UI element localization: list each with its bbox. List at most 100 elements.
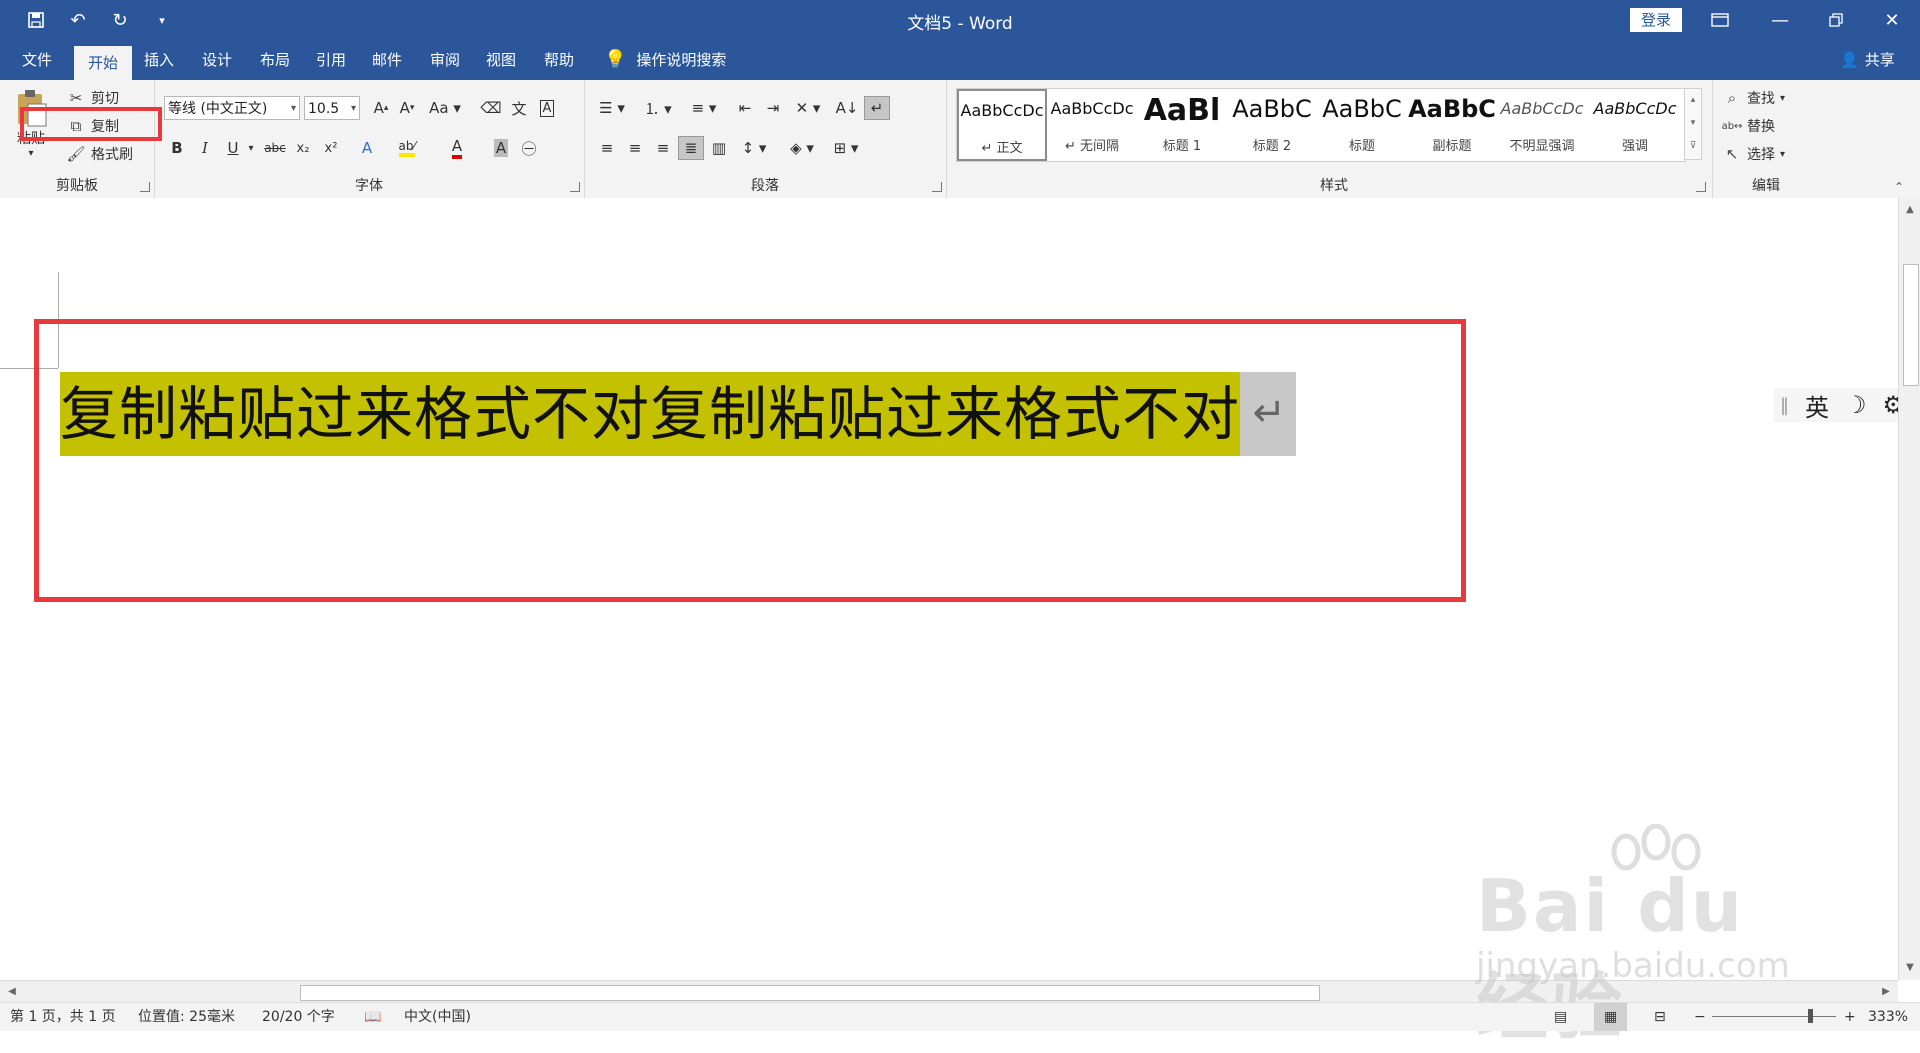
- shrink-font-icon[interactable]: A ▾: [394, 96, 420, 120]
- scroll-left-icon[interactable]: ◀: [4, 984, 20, 1000]
- distributed-icon[interactable]: ▥: [706, 136, 732, 160]
- ribbon-display-icon[interactable]: [1692, 0, 1748, 40]
- subscript-icon[interactable]: x₂: [290, 136, 316, 160]
- find-button[interactable]: ⌕ 查找 ▾: [1722, 88, 1785, 108]
- vertical-scrollbar[interactable]: ▲ ▼: [1898, 198, 1920, 980]
- font-name-combo[interactable]: 等线 (中文正文) ▾: [164, 96, 300, 120]
- align-right-icon[interactable]: ≡: [650, 136, 676, 160]
- phonetic-guide-icon[interactable]: 文: [506, 96, 532, 120]
- page-count[interactable]: 第 1 页，共 1 页: [10, 1003, 116, 1031]
- chinese-layout-icon[interactable]: ✕ ▾: [790, 96, 826, 120]
- font-launcher-icon[interactable]: [570, 182, 580, 192]
- tab-insert[interactable]: 插入: [130, 40, 188, 80]
- proofing-icon[interactable]: 📖: [364, 1003, 381, 1031]
- select-dropdown-icon[interactable]: ▾: [1780, 149, 1785, 160]
- find-dropdown-icon[interactable]: ▾: [1780, 93, 1785, 104]
- tab-references[interactable]: 引用: [302, 40, 360, 80]
- font-name-dropdown-icon[interactable]: ▾: [291, 97, 296, 121]
- print-layout-icon[interactable]: ▦: [1594, 1003, 1628, 1031]
- zoom-slider[interactable]: [1712, 1016, 1836, 1017]
- borders-icon[interactable]: ⊞ ▾: [828, 136, 864, 160]
- style-normal[interactable]: AaBbCcDc ↵ 正文: [957, 89, 1047, 161]
- font-size-dropdown-icon[interactable]: ▾: [351, 97, 356, 121]
- format-painter-button[interactable]: 🖌 格式刷: [66, 144, 133, 164]
- scroll-down-icon[interactable]: ▼: [1902, 960, 1918, 976]
- read-mode-icon[interactable]: ▤: [1554, 1003, 1567, 1031]
- replace-button[interactable]: ab↔ 替换: [1722, 116, 1775, 136]
- language-indicator[interactable]: 中文(中国): [404, 1003, 471, 1031]
- line-spacing-icon[interactable]: ↕ ▾: [736, 136, 772, 160]
- justify-icon[interactable]: ≣: [678, 136, 704, 160]
- tab-mailings[interactable]: 邮件: [358, 40, 416, 80]
- word-count[interactable]: 20/20 个字: [262, 1003, 335, 1031]
- tab-layout[interactable]: 布局: [246, 40, 304, 80]
- close-icon[interactable]: ✕: [1864, 0, 1920, 40]
- style-title[interactable]: AaBbC 标题: [1317, 89, 1407, 161]
- decrease-indent-icon[interactable]: ⇤: [732, 96, 758, 120]
- change-case-icon[interactable]: Aa ▾: [426, 96, 464, 120]
- zoom-in-icon[interactable]: +: [1844, 1003, 1856, 1031]
- clipboard-launcher-icon[interactable]: [140, 182, 150, 192]
- scroll-right-icon[interactable]: ▶: [1878, 984, 1894, 1000]
- style-subtle-emphasis[interactable]: AaBbCcDc 不明显强调: [1497, 89, 1587, 161]
- enclose-characters-icon[interactable]: ㊀: [516, 136, 542, 160]
- increase-indent-icon[interactable]: ⇥: [760, 96, 786, 120]
- vertical-scroll-thumb[interactable]: [1903, 264, 1919, 386]
- underline-dropdown-icon[interactable]: ▾: [244, 136, 258, 160]
- grow-font-icon[interactable]: A ▴: [368, 96, 394, 120]
- align-center-icon[interactable]: ≡: [622, 136, 648, 160]
- numbering-icon[interactable]: ⒈ ▾: [640, 96, 676, 120]
- share-button[interactable]: 👤 共享: [1840, 40, 1895, 80]
- restore-icon[interactable]: [1808, 0, 1864, 40]
- highlight-color-icon[interactable]: ab⁄: [394, 136, 420, 160]
- ime-drag-handle[interactable]: ‖: [1780, 395, 1789, 416]
- web-layout-icon[interactable]: ⊟: [1654, 1003, 1666, 1031]
- styles-gallery-scroll[interactable]: ▴ ▾ ⊽: [1684, 88, 1702, 160]
- align-left-icon[interactable]: ≡: [594, 136, 620, 160]
- text-effects-icon[interactable]: A: [354, 136, 380, 160]
- clear-formatting-icon[interactable]: ⌫: [478, 96, 504, 120]
- font-size-combo[interactable]: 10.5 ▾: [304, 96, 360, 120]
- moon-icon[interactable]: ☽: [1845, 391, 1867, 419]
- zoom-out-icon[interactable]: −: [1694, 1003, 1706, 1031]
- bullets-icon[interactable]: ☰ ▾: [594, 96, 630, 120]
- gallery-up-icon[interactable]: ▴: [1685, 89, 1701, 112]
- zoom-level[interactable]: 333%: [1868, 1003, 1908, 1031]
- italic-icon[interactable]: I: [192, 136, 218, 160]
- tab-file[interactable]: 文件: [8, 40, 66, 80]
- zoom-slider-thumb[interactable]: [1808, 1009, 1813, 1023]
- login-button[interactable]: 登录: [1630, 8, 1682, 32]
- horizontal-scroll-thumb[interactable]: [300, 985, 1320, 1001]
- tab-help[interactable]: 帮助: [530, 40, 588, 80]
- character-shading-icon[interactable]: A: [488, 136, 514, 160]
- multilevel-list-icon[interactable]: ≡ ▾: [686, 96, 722, 120]
- tab-view[interactable]: 视图: [472, 40, 530, 80]
- tab-home[interactable]: 开始: [74, 46, 133, 80]
- style-subtitle[interactable]: AaBbC 副标题: [1407, 89, 1497, 161]
- styles-launcher-icon[interactable]: [1696, 182, 1706, 192]
- gallery-more-icon[interactable]: ⊽: [1685, 135, 1701, 158]
- minimize-icon[interactable]: —: [1752, 0, 1808, 40]
- sort-icon[interactable]: A↓: [834, 96, 860, 120]
- bold-icon[interactable]: B: [164, 136, 190, 160]
- character-border-icon[interactable]: A: [534, 96, 560, 120]
- font-color-icon[interactable]: A: [444, 136, 470, 160]
- scroll-up-icon[interactable]: ▲: [1902, 202, 1918, 218]
- superscript-icon[interactable]: x²: [318, 136, 344, 160]
- style-emphasis[interactable]: AaBbCcDc 强调: [1587, 89, 1683, 161]
- tab-review[interactable]: 审阅: [416, 40, 474, 80]
- underline-icon[interactable]: U: [220, 136, 246, 160]
- tab-design[interactable]: 设计: [188, 40, 246, 80]
- cut-button[interactable]: ✂ 剪切: [66, 88, 119, 108]
- paste-dropdown-icon[interactable]: ▾: [28, 148, 33, 159]
- show-formatting-marks-icon[interactable]: ↵: [864, 96, 890, 120]
- style-no-spacing[interactable]: AaBbCcDc ↵ 无间隔: [1047, 89, 1137, 161]
- gallery-down-icon[interactable]: ▾: [1685, 112, 1701, 135]
- collapse-ribbon-icon[interactable]: ⌃: [1894, 180, 1904, 194]
- shading-icon[interactable]: ◈ ▾: [784, 136, 820, 160]
- strikethrough-icon[interactable]: abc: [262, 136, 288, 160]
- style-heading-2[interactable]: AaBbC 标题 2: [1227, 89, 1317, 161]
- paragraph-launcher-icon[interactable]: [932, 182, 942, 192]
- style-heading-1[interactable]: AaBl 标题 1: [1137, 89, 1227, 161]
- ime-language-toggle[interactable]: 英: [1805, 388, 1829, 423]
